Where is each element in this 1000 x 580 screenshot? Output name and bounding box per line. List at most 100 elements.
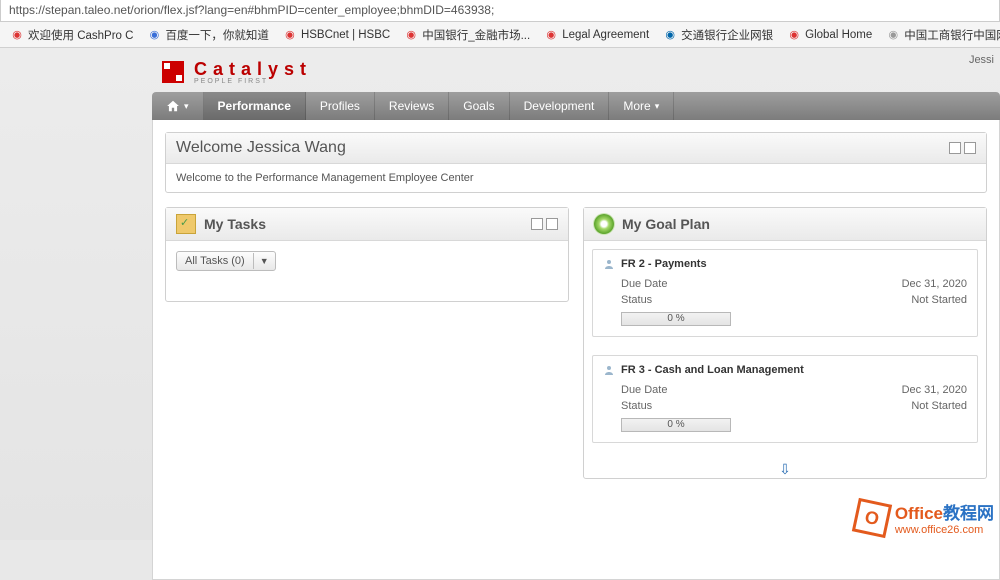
bookmark-item[interactable]: ◉ Legal Agreement: [540, 26, 653, 44]
maximize-icon[interactable]: [964, 142, 976, 154]
nav-label: Profiles: [320, 99, 360, 113]
all-tasks-dropdown[interactable]: All Tasks (0) ▼: [176, 251, 276, 271]
nav-reviews[interactable]: Reviews: [375, 92, 449, 120]
nav-label: Development: [524, 99, 595, 113]
watermark-url: www.office26.com: [895, 524, 994, 536]
tasks-header: My Tasks: [166, 208, 568, 241]
due-date-label: Due Date: [621, 278, 667, 290]
bookmark-label: Legal Agreement: [562, 29, 649, 41]
bookmark-label: 中国工商银行中国网: [904, 27, 1000, 43]
nav-more[interactable]: More: [609, 92, 674, 120]
due-date-label: Due Date: [621, 384, 667, 396]
tasks-panel: My Tasks All Tasks (0) ▼: [165, 207, 569, 302]
panel-window-controls: [531, 218, 558, 230]
nav-performance[interactable]: Performance: [204, 92, 306, 120]
tasks-column: My Tasks All Tasks (0) ▼: [165, 207, 569, 479]
clipboard-icon: [176, 214, 196, 234]
bookmark-label: HSBCnet | HSBC: [301, 29, 390, 41]
nav-profiles[interactable]: Profiles: [306, 92, 375, 120]
goal-title-text: FR 2 - Payments: [621, 258, 707, 270]
nav-home[interactable]: [152, 92, 204, 120]
status-label: Status: [621, 400, 652, 412]
bookmark-item[interactable]: ◉ 中国工商银行中国网: [882, 25, 1000, 45]
bookmark-item[interactable]: ◉ Global Home: [783, 26, 876, 44]
favicon-icon: ◉: [10, 28, 24, 42]
favicon-icon: ◉: [404, 28, 418, 42]
main-nav: Performance Profiles Reviews Goals Devel…: [152, 92, 1000, 120]
nav-label: Performance: [218, 99, 291, 113]
url-text: https://stepan.taleo.net/orion/flex.jsf?…: [9, 3, 494, 17]
due-date-value: Dec 31, 2020: [902, 278, 967, 290]
favicon-icon: ◉: [663, 28, 677, 42]
goal-card: FR 2 - Payments Due Date Dec 31, 2020 Statu…: [592, 249, 978, 337]
browser-url-bar[interactable]: https://stepan.taleo.net/orion/flex.jsf?…: [0, 0, 1000, 22]
goalplan-panel: My Goal Plan FR 2 - Payments Due Date Dec …: [583, 207, 987, 479]
goals-column: My Goal Plan FR 2 - Payments Due Date Dec …: [583, 207, 987, 479]
goal-row: Status Not Started: [603, 292, 967, 308]
nav-label: Reviews: [389, 99, 434, 113]
watermark-logo-icon: O: [852, 497, 892, 537]
goal-list: FR 2 - Payments Due Date Dec 31, 2020 Statu…: [584, 241, 986, 451]
bookmark-item[interactable]: ◉ HSBCnet | HSBC: [279, 26, 394, 44]
goal-row: Due Date Dec 31, 2020: [603, 382, 967, 398]
logo: Catalyst PEOPLE FIRST: [152, 48, 1000, 92]
minimize-icon[interactable]: [531, 218, 543, 230]
favicon-icon: ◉: [886, 28, 900, 42]
favicon-icon: ◉: [544, 28, 558, 42]
target-icon: [594, 214, 614, 234]
nav-label: Goals: [463, 99, 494, 113]
page-down-button[interactable]: ⇩: [584, 461, 986, 478]
bookmark-label: Global Home: [805, 29, 872, 41]
bookmark-item[interactable]: ◉ 欢迎使用 CashPro C: [6, 25, 137, 45]
welcome-header: Welcome Jessica Wang: [166, 133, 986, 164]
logo-text: Catalyst: [194, 59, 312, 80]
bookmark-item[interactable]: ◉ 中国银行_金融市场...: [400, 25, 534, 45]
panel-window-controls: [949, 142, 976, 154]
logo-mark-icon: [162, 61, 184, 83]
welcome-panel: Welcome Jessica Wang Welcome to the Perf…: [165, 132, 987, 193]
arrow-down-icon: ⇩: [779, 461, 791, 477]
bookmark-label: 中国银行_金融市场...: [422, 27, 530, 43]
person-icon: [603, 258, 615, 270]
home-icon: [166, 99, 180, 113]
nav-label: More: [623, 99, 650, 113]
favicon-icon: ◉: [787, 28, 801, 42]
favicon-icon: ◉: [283, 28, 297, 42]
due-date-value: Dec 31, 2020: [902, 384, 967, 396]
tasks-title: My Tasks: [204, 216, 266, 232]
goal-card: FR 3 - Cash and Loan ManagementDue DateD…: [592, 355, 978, 443]
goal-row: Status Not Started: [603, 398, 967, 414]
status-label: Status: [621, 294, 652, 306]
bookmarks-bar: ◉ 欢迎使用 CashPro C ◉ 百度一下，你就知道 ◉ HSBCnet | HSBC…: [0, 22, 1000, 48]
watermark-title: Office教程网: [895, 499, 994, 524]
progress-bar: 0 %: [621, 312, 731, 326]
goalplan-title: My Goal Plan: [622, 216, 710, 232]
bookmark-label: 欢迎使用 CashPro C: [28, 27, 133, 43]
status-value: Not Started: [911, 294, 967, 306]
bookmark-label: 交通银行企业网银: [681, 27, 773, 43]
goal-title-link[interactable]: FR 2 - Payments: [603, 258, 967, 270]
maximize-icon[interactable]: [546, 218, 558, 230]
two-column-row: My Tasks All Tasks (0) ▼: [165, 207, 987, 479]
favicon-icon: ◉: [147, 28, 161, 42]
tasks-body: All Tasks (0) ▼: [166, 241, 568, 301]
page-body: Jessi Catalyst PEOPLE FIRST Performance …: [0, 48, 1000, 540]
minimize-icon[interactable]: [949, 142, 961, 154]
goal-title-link[interactable]: FR 3 - Cash and Loan Management: [603, 364, 967, 376]
progress-bar: 0 %: [621, 418, 731, 432]
goal-row: Due Date Dec 31, 2020: [603, 276, 967, 292]
goal-title-text: FR 3 - Cash and Loan Management: [621, 364, 804, 376]
watermark: O Office教程网 www.office26.com: [855, 499, 994, 536]
all-tasks-label: All Tasks (0): [177, 252, 253, 270]
bookmark-label: 百度一下，你就知道: [165, 27, 269, 43]
welcome-subtitle: Welcome to the Performance Management Em…: [166, 164, 986, 192]
goalplan-header: My Goal Plan: [584, 208, 986, 241]
chevron-down-icon: ▼: [253, 253, 275, 269]
bookmark-item[interactable]: ◉ 百度一下，你就知道: [143, 25, 273, 45]
welcome-title: Welcome Jessica Wang: [176, 139, 346, 157]
person-icon: [603, 364, 615, 376]
nav-goals[interactable]: Goals: [449, 92, 509, 120]
nav-development[interactable]: Development: [510, 92, 610, 120]
bookmark-item[interactable]: ◉ 交通银行企业网银: [659, 25, 777, 45]
status-value: Not Started: [911, 400, 967, 412]
